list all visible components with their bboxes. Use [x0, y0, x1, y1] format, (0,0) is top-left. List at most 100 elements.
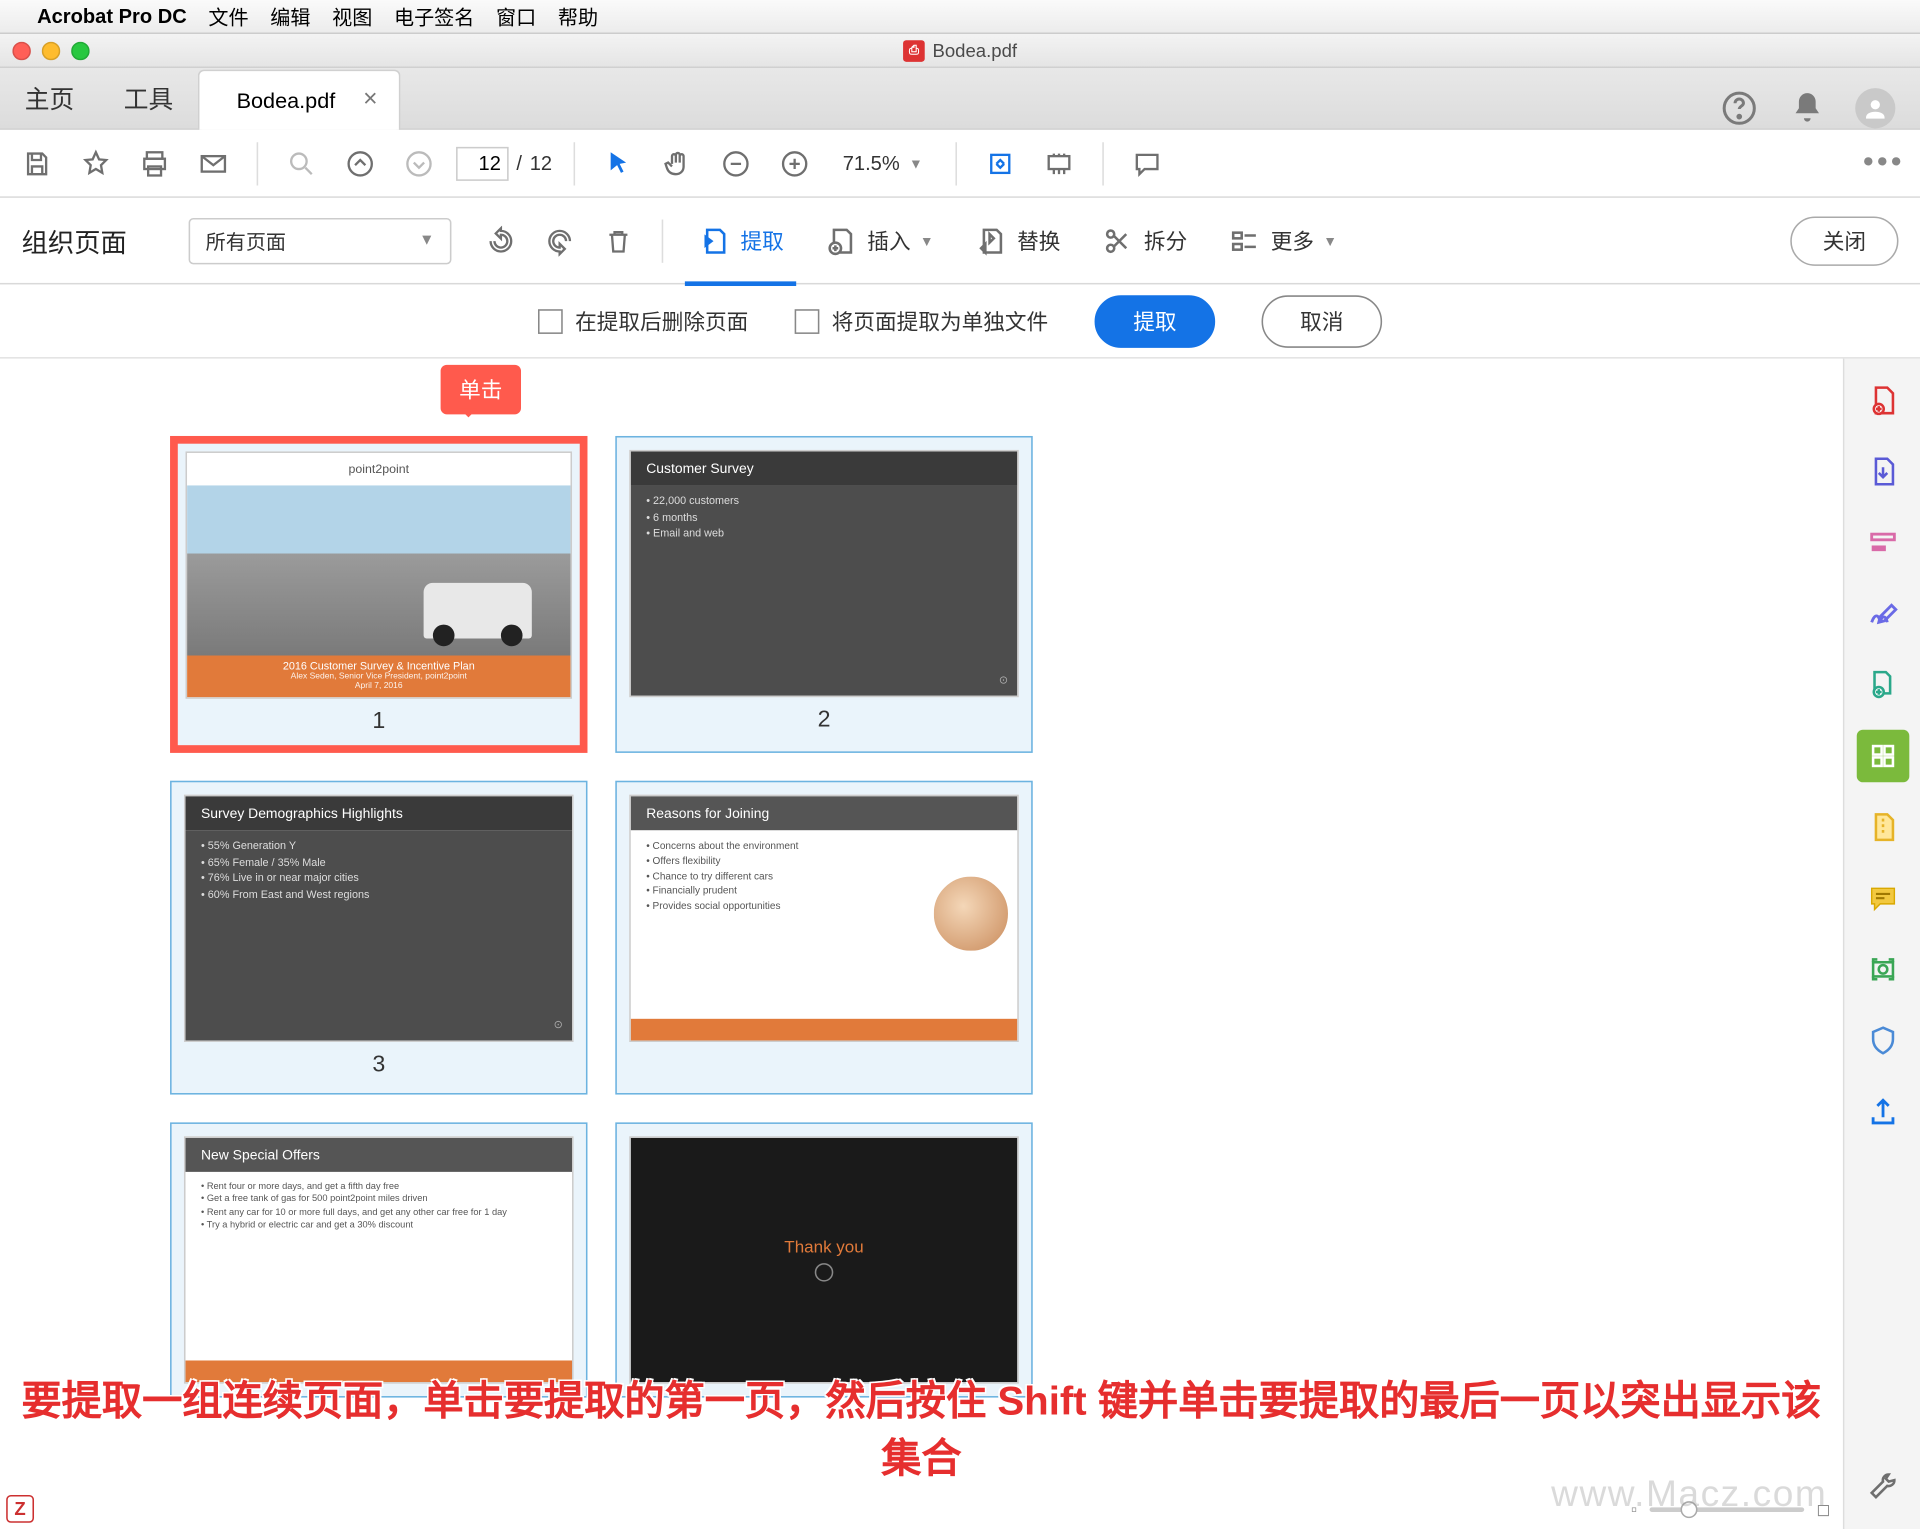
- extract-button[interactable]: 提取: [1095, 295, 1216, 348]
- menu-file[interactable]: 文件: [208, 2, 248, 31]
- caret-down-icon: ▼: [1323, 233, 1337, 248]
- cancel-button[interactable]: 取消: [1262, 295, 1383, 348]
- extract-icon: [697, 223, 731, 257]
- zoom-large-icon: ◻: [1816, 1500, 1830, 1520]
- tab-tools[interactable]: 工具: [99, 66, 198, 128]
- extract-label: 提取: [741, 225, 784, 256]
- app-menu-name[interactable]: Acrobat Pro DC: [37, 5, 187, 28]
- page-total: 12: [530, 152, 552, 175]
- export-pdf-icon[interactable]: [1856, 445, 1909, 498]
- page-filter-label: 所有页面: [206, 226, 286, 255]
- zoom-small-icon: ▫: [1631, 1500, 1637, 1519]
- extract-as-separate-checkbox[interactable]: 将页面提取为单独文件: [795, 305, 1049, 336]
- tab-document[interactable]: Bodea.pdf ×: [198, 70, 401, 130]
- slide1-date: April 7, 2016: [193, 682, 564, 691]
- star-icon[interactable]: [74, 141, 117, 184]
- delete-after-extract-checkbox[interactable]: 在提取后删除页面: [538, 305, 748, 336]
- replace-icon: [974, 223, 1008, 257]
- page-thumbnail-5[interactable]: New Special Offers • Rent four or more d…: [170, 1122, 587, 1397]
- save-icon[interactable]: [15, 141, 58, 184]
- more-action[interactable]: 更多 ▼: [1215, 217, 1349, 263]
- main-toolbar: / 12 71.5% ▼ •••: [0, 130, 1920, 198]
- menu-edit[interactable]: 编辑: [270, 2, 310, 31]
- insert-action[interactable]: 插入 ▼: [812, 217, 946, 263]
- slide2-title: Customer Survey: [631, 451, 1018, 485]
- help-icon[interactable]: [1719, 88, 1759, 128]
- page-up-icon[interactable]: [339, 141, 382, 184]
- compress-icon[interactable]: [1856, 801, 1909, 854]
- page-current-input[interactable]: [456, 146, 509, 180]
- thumbnail-zoom-slider[interactable]: ▫ ◻: [1631, 1500, 1831, 1520]
- window-title: Bodea.pdf: [932, 39, 1017, 61]
- comment-icon[interactable]: [1125, 141, 1168, 184]
- slide3-title: Survey Demographics Highlights: [186, 796, 573, 830]
- split-action[interactable]: 拆分: [1088, 217, 1199, 263]
- tools-settings-icon[interactable]: [1856, 1461, 1909, 1514]
- insert-icon: [824, 223, 858, 257]
- window-minimize-button[interactable]: [42, 41, 61, 60]
- email-icon[interactable]: [192, 141, 235, 184]
- mac-menubar: Acrobat Pro DC 文件 编辑 视图 电子签名 窗口 帮助: [0, 0, 1920, 34]
- split-label: 拆分: [1144, 225, 1187, 256]
- tab-document-label: Bodea.pdf: [237, 88, 336, 113]
- replace-action[interactable]: 替换: [961, 217, 1072, 263]
- page-thumbnail-6[interactable]: Thank you: [615, 1122, 1032, 1397]
- delete-icon[interactable]: [597, 219, 640, 262]
- tab-close-icon[interactable]: ×: [363, 87, 377, 115]
- combine-icon[interactable]: [1856, 659, 1909, 712]
- sign-icon[interactable]: [1856, 587, 1909, 640]
- organize-title: 组织页面: [22, 221, 127, 260]
- zoom-in-icon[interactable]: [773, 141, 816, 184]
- rotate-right-icon[interactable]: [538, 219, 581, 262]
- window-titlebar: ⎙ Bodea.pdf: [0, 34, 1920, 68]
- hand-tool-icon[interactable]: [656, 141, 699, 184]
- more-label: 更多: [1271, 225, 1314, 256]
- thumb-number: 2: [629, 697, 1019, 736]
- tab-home[interactable]: 主页: [0, 66, 99, 128]
- zoom-level-dropdown[interactable]: 71.5% ▼: [832, 147, 934, 179]
- window-zoom-button[interactable]: [71, 41, 90, 60]
- comment-tool-icon[interactable]: [1856, 872, 1909, 925]
- fit-mode-icon[interactable]: [978, 141, 1021, 184]
- insert-label: 插入: [867, 225, 910, 256]
- thumbnails-area[interactable]: 单击 point2point 2016 Customer Survey & In…: [0, 359, 1843, 1529]
- thumb-number: 3: [184, 1042, 574, 1081]
- print-icon[interactable]: [133, 141, 176, 184]
- menu-help[interactable]: 帮助: [558, 2, 598, 31]
- caret-down-icon: ▼: [920, 233, 934, 248]
- replace-label: 替换: [1017, 225, 1060, 256]
- read-mode-icon[interactable]: [1037, 141, 1080, 184]
- account-avatar[interactable]: [1855, 88, 1895, 128]
- page-thumbnail-4[interactable]: Reasons for Joining • Concerns about the…: [615, 781, 1032, 1095]
- extract-as-separate-label: 将页面提取为单独文件: [832, 305, 1048, 336]
- share-icon[interactable]: [1856, 1085, 1909, 1138]
- close-organize-button[interactable]: 关闭: [1790, 216, 1898, 265]
- window-close-button[interactable]: [12, 41, 31, 60]
- more-tools-icon[interactable]: •••: [1863, 145, 1905, 181]
- create-pdf-icon[interactable]: [1856, 374, 1909, 427]
- page-down-icon[interactable]: [397, 141, 440, 184]
- slide1-sub: Alex Seden, Senior Vice President, point…: [193, 673, 564, 682]
- notifications-icon[interactable]: [1787, 88, 1827, 128]
- thumb-number: 1: [186, 699, 573, 738]
- caret-down-icon: ▼: [909, 155, 923, 170]
- page-thumbnail-3[interactable]: Survey Demographics Highlights • 55% Gen…: [170, 781, 587, 1095]
- zoom-out-icon[interactable]: [714, 141, 757, 184]
- rotate-left-icon[interactable]: [479, 219, 522, 262]
- menu-esign[interactable]: 电子签名: [394, 2, 474, 31]
- tab-bar: 主页 工具 Bodea.pdf ×: [0, 68, 1920, 130]
- organize-pages-icon[interactable]: [1856, 730, 1909, 783]
- click-callout: 单击: [441, 365, 521, 414]
- protect-icon[interactable]: [1856, 1014, 1909, 1067]
- page-filter-dropdown[interactable]: 所有页面 ▼: [189, 217, 452, 263]
- page-thumbnail-2[interactable]: Customer Survey • 22,000 customers • 6 m…: [615, 436, 1032, 753]
- delete-after-label: 在提取后删除页面: [575, 305, 748, 336]
- extract-action[interactable]: 提取: [685, 217, 796, 263]
- menu-window[interactable]: 窗口: [496, 2, 536, 31]
- scan-icon[interactable]: [1856, 943, 1909, 996]
- edit-pdf-icon[interactable]: [1856, 516, 1909, 569]
- select-tool-icon[interactable]: [597, 141, 640, 184]
- menu-view[interactable]: 视图: [332, 2, 372, 31]
- find-icon[interactable]: [280, 141, 323, 184]
- page-thumbnail-1[interactable]: point2point 2016 Customer Survey & Incen…: [170, 436, 587, 753]
